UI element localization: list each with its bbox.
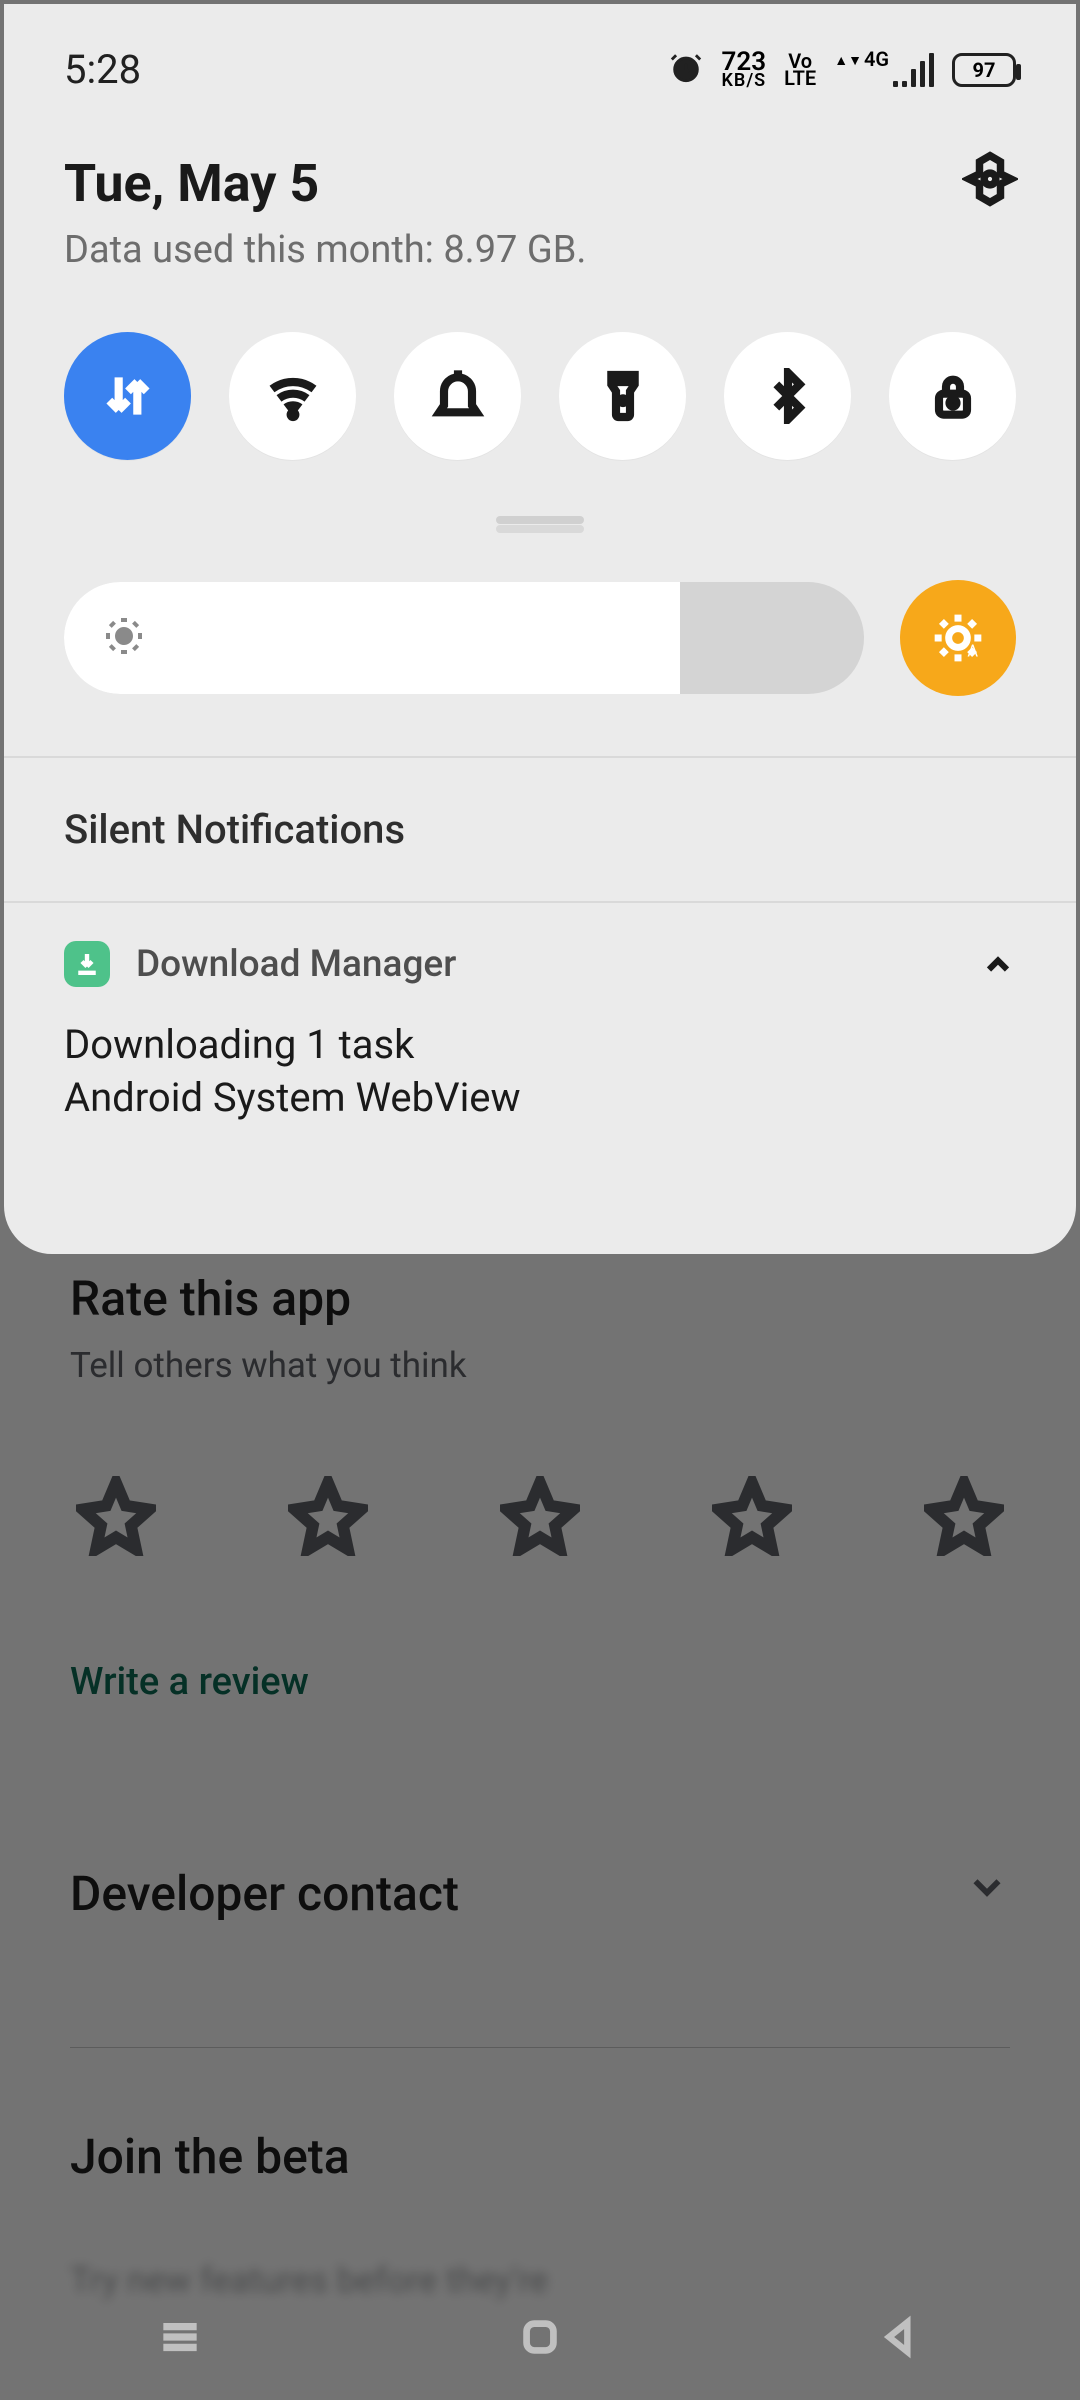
signal-indicator: ▲▼ 4G bbox=[834, 53, 934, 87]
status-time: 5:28 bbox=[64, 46, 141, 93]
quick-settings bbox=[4, 272, 1076, 460]
shade-header: Tue, May 5 Data used this month: 8.97 GB… bbox=[4, 93, 1076, 272]
qs-wifi[interactable] bbox=[229, 332, 356, 460]
nav-recents[interactable] bbox=[150, 2307, 210, 2367]
notification-title: Downloading 1 task bbox=[64, 1021, 1016, 1068]
shade-drag-handle[interactable] bbox=[496, 516, 584, 524]
date-label: Tue, May 5 bbox=[64, 153, 1016, 214]
qs-bluetooth[interactable] bbox=[724, 332, 851, 460]
svg-text:A: A bbox=[967, 642, 978, 661]
chevron-up-icon[interactable] bbox=[980, 947, 1016, 987]
qs-dnd[interactable] bbox=[394, 332, 521, 460]
nav-home[interactable] bbox=[510, 2307, 570, 2367]
brightness-slider[interactable] bbox=[64, 582, 864, 694]
download-icon bbox=[64, 941, 110, 987]
alarm-icon bbox=[669, 51, 703, 89]
settings-button[interactable] bbox=[962, 151, 1018, 211]
status-bar: 5:28 723KB/S VoLTE ▲▼ 4G 97 bbox=[4, 4, 1076, 93]
volte-indicator: VoLTE bbox=[784, 53, 816, 87]
system-nav-bar bbox=[0, 2292, 1080, 2382]
notification-card[interactable]: Download Manager Downloading 1 task Andr… bbox=[4, 903, 1076, 1181]
silent-section-header: Silent Notifications bbox=[4, 758, 1076, 901]
notification-subtitle: Android System WebView bbox=[64, 1074, 1016, 1121]
qs-lock[interactable] bbox=[889, 332, 1016, 460]
nav-back[interactable] bbox=[870, 2307, 930, 2367]
notification-app-name: Download Manager bbox=[136, 943, 456, 986]
battery-indicator: 97 bbox=[952, 53, 1016, 87]
notification-shade: 5:28 723KB/S VoLTE ▲▼ 4G 97 Tue, May 5 D… bbox=[4, 4, 1076, 1254]
data-usage-label[interactable]: Data used this month: 8.97 GB. bbox=[64, 228, 1016, 272]
net-speed: 723KB/S bbox=[721, 51, 766, 88]
qs-mobile-data[interactable] bbox=[64, 332, 191, 460]
qs-flashlight[interactable] bbox=[559, 332, 686, 460]
brightness-row: A bbox=[4, 524, 1076, 756]
auto-brightness-toggle[interactable]: A bbox=[900, 580, 1016, 696]
brightness-low-icon bbox=[100, 612, 148, 664]
